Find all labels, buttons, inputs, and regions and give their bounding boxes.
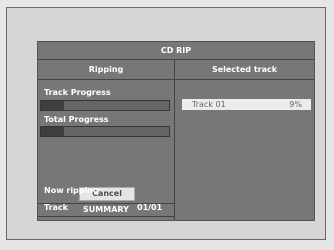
- track-item-name: Track 01: [192, 100, 226, 109]
- now-ripping-label: Now ripping: [44, 186, 99, 195]
- track-progress-label: Track Progress: [44, 88, 111, 97]
- cd-rip-window: CD RIP Ripping Track Progress Total Prog…: [37, 41, 315, 221]
- window-title: CD RIP: [38, 42, 314, 60]
- track-list-item[interactable]: Track 01 9%: [182, 99, 311, 110]
- summary-track-label: Track: [44, 203, 68, 212]
- total-progress-bar: [40, 126, 170, 137]
- track-progress-bar: [40, 100, 170, 111]
- track-progress-fill: [41, 101, 65, 110]
- total-progress-fill: [41, 127, 65, 136]
- selected-track-header: Selected track: [175, 60, 314, 80]
- summary-track-value: 01/01: [137, 203, 163, 212]
- total-progress-label: Total Progress: [44, 115, 109, 124]
- ripping-header: Ripping: [38, 60, 174, 80]
- ripping-panel: Ripping Track Progress Total Progress Ca…: [38, 60, 175, 220]
- selected-track-panel: Selected track Track 01 9%: [175, 60, 314, 220]
- track-item-progress: 9%: [289, 100, 302, 109]
